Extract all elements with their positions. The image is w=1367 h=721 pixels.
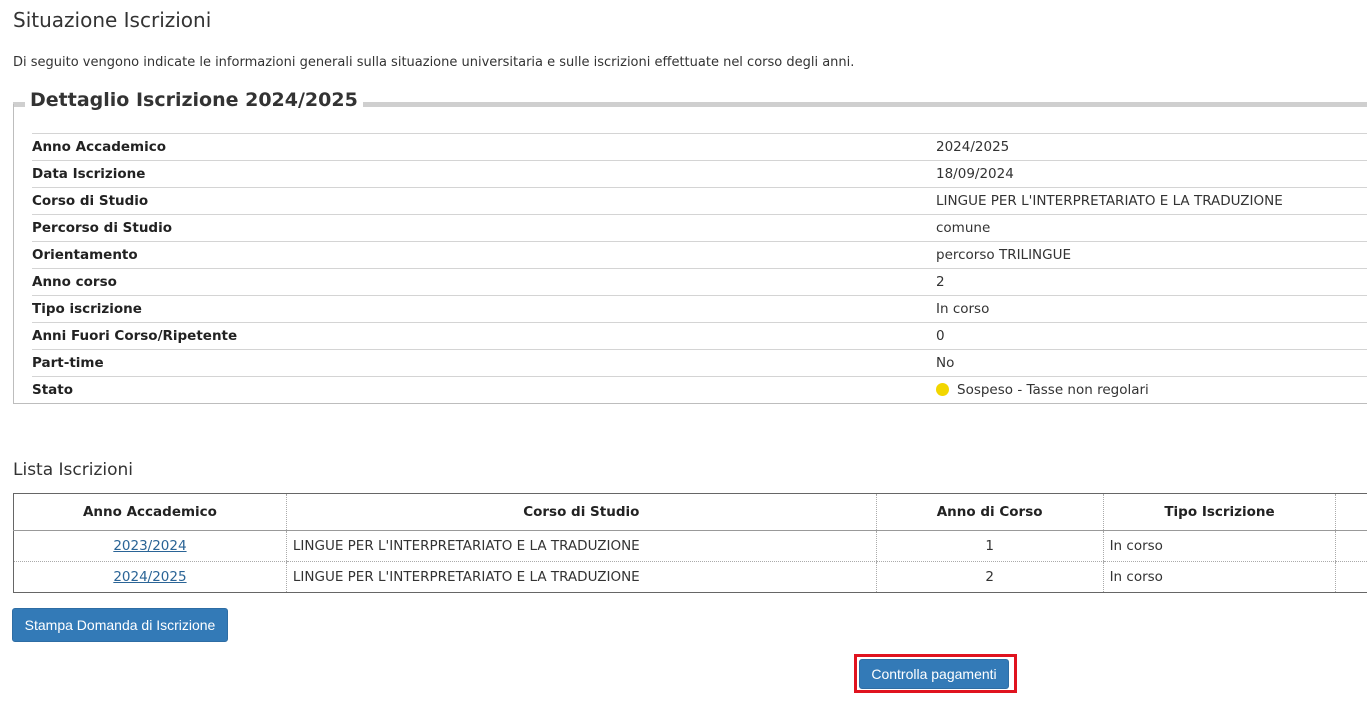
detail-value: 18/09/2024	[936, 166, 1014, 182]
detail-row-data-iscrizione: Data Iscrizione 18/09/2024	[32, 160, 1367, 187]
status-yellow-dot-icon	[936, 383, 949, 396]
detail-value: No	[936, 355, 955, 371]
status-text: Sospeso - Tasse non regolari	[957, 382, 1149, 398]
column-header-tipo-iscrizione[interactable]: Tipo Iscrizione	[1102, 493, 1336, 531]
detail-value-stato: Sospeso - Tasse non regolari	[936, 377, 1149, 403]
cell-corso-di-studio: LINGUE PER L'INTERPRETARIATO E LA TRADUZ…	[285, 561, 877, 593]
page-title: Situazione Iscrizioni	[13, 8, 212, 32]
detail-value: 2	[936, 274, 945, 290]
column-header-anno-di-corso[interactable]: Anno di Corso	[875, 493, 1104, 531]
anno-accademico-link[interactable]: 2023/2024	[113, 538, 186, 554]
detail-label: Percorso di Studio	[32, 220, 172, 236]
detail-label: Part-time	[32, 355, 104, 371]
cell-corso-di-studio: LINGUE PER L'INTERPRETARIATO E LA TRADUZ…	[285, 530, 877, 562]
print-enrollment-button[interactable]: Stampa Domanda di Iscrizione	[12, 608, 228, 642]
detail-row-orientamento: Orientamento percorso TRILINGUE	[32, 241, 1367, 268]
detail-row-stato: Stato Sospeso - Tasse non regolari	[32, 376, 1367, 403]
cell-anno-accademico: 2023/2024	[13, 530, 287, 562]
table-header-row: Anno Accademico Corso di Studio Anno di …	[13, 493, 1367, 531]
detail-row-percorso-di-studio: Percorso di Studio comune	[32, 214, 1367, 241]
detail-label: Corso di Studio	[32, 193, 149, 209]
detail-row-tipo-iscrizione: Tipo iscrizione In corso	[32, 295, 1367, 322]
table-row: 2024/2025 LINGUE PER L'INTERPRETARIATO E…	[13, 561, 1367, 593]
cell-anno-accademico: 2024/2025	[13, 561, 287, 593]
cell-extra	[1335, 530, 1367, 562]
detail-value: 2024/2025	[936, 139, 1010, 155]
page-intro: Di seguito vengono indicate le informazi…	[13, 55, 855, 70]
cell-anno-di-corso: 1	[875, 530, 1104, 562]
table-row: 2023/2024 LINGUE PER L'INTERPRETARIATO E…	[13, 530, 1367, 562]
detail-value: In corso	[936, 301, 990, 317]
detail-row-anni-fuori-corso: Anni Fuori Corso/Ripetente 0	[32, 322, 1367, 349]
column-header-corso-di-studio[interactable]: Corso di Studio	[285, 493, 877, 531]
check-payments-button[interactable]: Controlla pagamenti	[859, 659, 1009, 689]
detail-label: Anno Accademico	[32, 139, 166, 155]
cell-extra	[1335, 561, 1367, 593]
detail-label: Tipo iscrizione	[32, 301, 142, 317]
detail-value: comune	[936, 220, 991, 236]
detail-value: 0	[936, 328, 945, 344]
detail-row-anno-corso: Anno corso 2	[32, 268, 1367, 295]
detail-row-corso-di-studio: Corso di Studio LINGUE PER L'INTERPRETAR…	[32, 187, 1367, 214]
cell-tipo-iscrizione: In corso	[1102, 561, 1336, 593]
detail-label: Orientamento	[32, 247, 138, 263]
fieldset-legend: Dettaglio Iscrizione 2024/2025	[25, 89, 363, 111]
detail-row-part-time: Part-time No	[32, 349, 1367, 376]
enrollment-list-table: Anno Accademico Corso di Studio Anno di …	[13, 493, 1367, 593]
detail-label: Anno corso	[32, 274, 117, 290]
detail-value: percorso TRILINGUE	[936, 247, 1072, 263]
cell-anno-di-corso: 2	[875, 561, 1104, 593]
column-header-anno-accademico[interactable]: Anno Accademico	[13, 493, 287, 531]
detail-label: Stato	[32, 382, 74, 398]
detail-row-anno-accademico: Anno Accademico 2024/2025	[32, 133, 1367, 160]
cell-tipo-iscrizione: In corso	[1102, 530, 1336, 562]
enrollment-list-title: Lista Iscrizioni	[13, 460, 134, 480]
detail-label: Anni Fuori Corso/Ripetente	[32, 328, 238, 344]
anno-accademico-link[interactable]: 2024/2025	[113, 569, 186, 585]
detail-value: LINGUE PER L'INTERPRETARIATO E LA TRADUZ…	[936, 193, 1283, 209]
detail-label: Data Iscrizione	[32, 166, 146, 182]
column-header-extra	[1335, 493, 1367, 531]
